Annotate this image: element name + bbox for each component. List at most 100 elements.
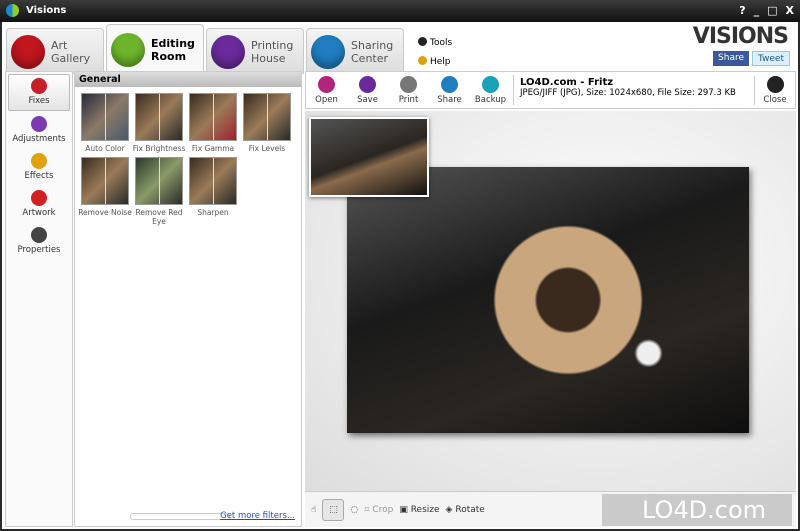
ellipse-select-icon[interactable]: ◌ <box>350 505 358 515</box>
maximize-button[interactable]: □ <box>767 4 777 17</box>
tab-label: Editing <box>151 36 195 50</box>
help-link[interactable]: Help <box>418 53 452 72</box>
watermark: LO4D.com <box>602 494 792 526</box>
share-icon <box>441 75 458 93</box>
filters-scrollbar[interactable] <box>130 513 230 520</box>
resize-label: Resize <box>410 504 440 515</box>
sidebar-item-fixes[interactable]: Fixes <box>8 74 70 111</box>
file-title: LO4D.com - Fritz <box>520 77 614 88</box>
sidebar-item-properties[interactable]: Properties <box>6 224 72 261</box>
title-bar: Visions ? _ □ X <box>0 0 800 22</box>
help-icon <box>418 56 427 65</box>
filter-fix-gamma[interactable]: Fix Gamma <box>186 93 240 153</box>
filters-panel: General Auto Color Fix Brightness Fix Ga… <box>74 71 302 527</box>
filter-fix-brightness[interactable]: Fix Brightness <box>132 93 186 153</box>
filter-fix-levels[interactable]: Fix Levels <box>240 93 294 153</box>
rotate-label: Rotate <box>455 504 485 515</box>
filter-label: Remove Red Eye <box>135 208 183 226</box>
filter-remove-noise[interactable]: Remove Noise <box>78 157 132 226</box>
sidebar-item-effects[interactable]: Effects <box>6 150 72 187</box>
tab-art-gallery[interactable]: Art Gallery <box>6 28 104 74</box>
button-label: Backup <box>474 94 507 105</box>
filter-thumbnail <box>189 93 237 141</box>
app-logo-icon <box>6 4 19 17</box>
rotate-icon: ◈ <box>445 504 453 515</box>
share-button[interactable]: Share <box>429 75 470 105</box>
artwork-icon <box>31 190 47 206</box>
close-icon <box>766 75 784 93</box>
filter-sharpen[interactable]: Sharpen <box>186 157 240 226</box>
fixes-icon <box>31 78 47 94</box>
sharing-icon <box>311 34 345 69</box>
sidebar-item-label: Adjustments <box>12 134 66 144</box>
open-icon <box>318 75 335 93</box>
print-icon <box>400 75 417 93</box>
navigator-thumbnail[interactable] <box>309 117 429 197</box>
button-label: Share <box>437 94 462 105</box>
minimize-button[interactable]: _ <box>754 4 760 17</box>
close-window-button[interactable]: X <box>786 4 794 17</box>
get-more-filters-link[interactable]: Get more filters... <box>220 511 295 521</box>
sidebar-item-label: Artwork <box>22 208 56 218</box>
button-label: Print <box>398 94 419 105</box>
button-label: Open <box>315 94 338 105</box>
brand-logo: VISIONS <box>692 24 789 49</box>
tab-label: Printing <box>251 38 294 52</box>
filter-thumbnail <box>81 93 129 141</box>
filter-label: Remove Noise <box>78 208 132 217</box>
tools-icon <box>418 37 427 46</box>
help-label: Help <box>430 57 451 67</box>
filter-thumbnail <box>81 157 129 205</box>
backup-icon <box>482 75 499 93</box>
help-window-button[interactable]: ? <box>739 4 745 17</box>
print-button[interactable]: Print <box>388 75 429 105</box>
cat-photo <box>347 167 749 433</box>
category-sidebar: Fixes Adjustments Effects Artwork Proper… <box>5 71 73 527</box>
open-button[interactable]: Open <box>306 75 347 105</box>
backup-button[interactable]: Backup <box>470 75 511 105</box>
sidebar-item-label: Properties <box>17 245 61 255</box>
tab-editing-room[interactable]: Editing Room <box>106 24 204 74</box>
effects-icon <box>31 153 47 169</box>
properties-icon <box>31 227 47 243</box>
filter-auto-color[interactable]: Auto Color <box>78 93 132 153</box>
tools-link[interactable]: Tools <box>418 34 452 53</box>
tab-label: Room <box>151 49 187 63</box>
tab-label: House <box>251 51 286 65</box>
filter-thumbnail <box>135 157 183 205</box>
sidebar-item-label: Fixes <box>28 96 50 106</box>
filter-label: Fix Brightness <box>132 144 186 153</box>
tab-label: Gallery <box>51 51 91 65</box>
filter-thumbnail <box>135 93 183 141</box>
filters-header: General <box>75 72 301 87</box>
sidebar-item-artwork[interactable]: Artwork <box>6 187 72 224</box>
close-image-button[interactable]: Close <box>754 75 795 105</box>
filter-label: Fix Gamma <box>191 144 235 153</box>
rotate-button[interactable]: ◈ Rotate <box>446 505 485 515</box>
printing-icon <box>211 34 245 69</box>
facebook-share-button[interactable]: Share <box>713 51 750 66</box>
tools-label: Tools <box>430 38 453 48</box>
crop-button[interactable]: ⌗ Crop <box>364 505 393 515</box>
tab-label: Center <box>351 51 389 65</box>
image-canvas[interactable] <box>305 111 796 491</box>
button-label: Close <box>763 94 787 105</box>
main-tabs: Art Gallery Editing Room Printing House Sha… <box>6 24 404 74</box>
brush-icon <box>111 32 145 67</box>
rect-select-icon[interactable]: ⬚ <box>322 498 345 521</box>
tab-sharing-center[interactable]: Sharing Center <box>306 28 404 74</box>
button-label: Save <box>357 94 378 105</box>
sidebar-item-adjustments[interactable]: Adjustments <box>6 113 72 150</box>
filter-remove-red-eye[interactable]: Remove Red Eye <box>132 157 186 226</box>
sidebar-item-label: Effects <box>24 171 54 181</box>
file-details: JPEG/JIFF (JPG), Size: 1024x680, File Si… <box>520 88 736 98</box>
pan-hand-icon[interactable]: ☝ <box>311 505 316 515</box>
resize-button[interactable]: ▣ Resize <box>399 505 439 515</box>
tweet-button[interactable]: Tweet <box>752 51 790 66</box>
crop-label: Crop <box>372 504 394 515</box>
resize-icon: ▣ <box>399 504 408 515</box>
filter-label: Auto Color <box>85 144 125 153</box>
tab-printing-house[interactable]: Printing House <box>206 28 304 74</box>
save-button[interactable]: Save <box>347 75 388 105</box>
editor-toolbar: Open Save Print Share Backup LO4D.com - … <box>305 71 796 109</box>
